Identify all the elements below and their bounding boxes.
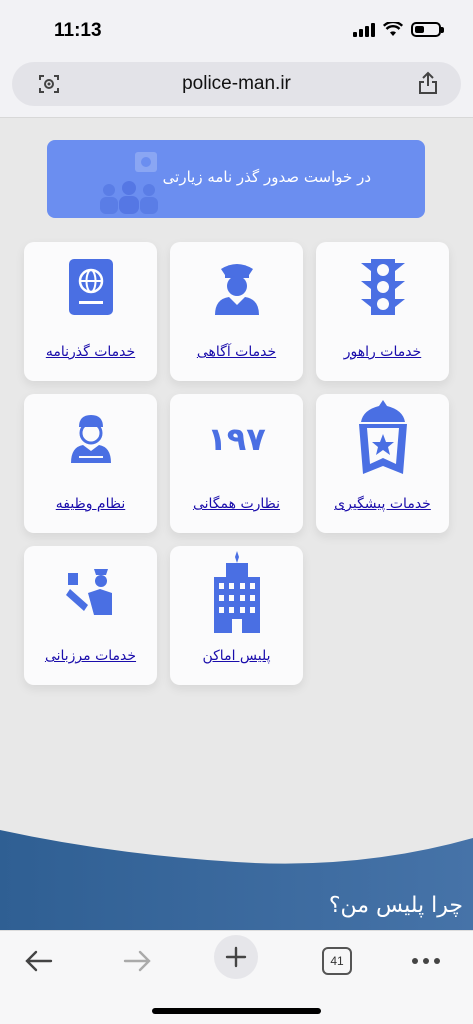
plus-icon (225, 946, 247, 968)
building-icon (213, 551, 260, 633)
status-icons (353, 22, 444, 37)
more-button[interactable] (410, 941, 442, 981)
service-label[interactable]: خدمات مرزبانی (24, 648, 157, 664)
service-label[interactable]: نظام وظیفه (24, 496, 157, 512)
share-icon[interactable] (417, 71, 439, 95)
home-indicator[interactable] (152, 1008, 321, 1014)
service-label[interactable]: خدمات پیشگیری (316, 496, 449, 512)
service-label[interactable]: نظارت همگانی (170, 496, 303, 512)
service-card-investigation[interactable]: خدمات آگاهی (170, 242, 303, 381)
service-card-places-police[interactable]: پلیس اماکن (170, 546, 303, 685)
service-card-public-oversight[interactable]: ۱۹۷ نظارت همگانی (170, 394, 303, 533)
prevention-emblem-icon (358, 400, 407, 474)
service-label[interactable]: پلیس اماکن (170, 648, 303, 664)
status-bar: 11:13 (0, 0, 473, 62)
tabs-button[interactable]: 41 (321, 941, 353, 981)
service-card-military-service[interactable]: نظام وظیفه (24, 394, 157, 533)
border-officer-icon (65, 569, 112, 615)
status-time: 11:13 (54, 20, 102, 41)
service-label[interactable]: خدمات گذرنامه (24, 344, 157, 360)
new-tab-button[interactable] (214, 935, 258, 979)
banner-text: در خواست صدور گذر نامه زیارتی (162, 168, 371, 186)
wifi-icon (383, 22, 403, 36)
back-button[interactable] (20, 941, 56, 981)
why-section-heading: چرا پلیس من؟ (328, 893, 463, 918)
service-card-border-guard[interactable]: خدمات مرزبانی (24, 546, 157, 685)
service-card-prevention[interactable]: خدمات پیشگیری (316, 394, 449, 533)
number-197-icon: ۱۹۷ (207, 420, 266, 458)
traffic-light-icon (360, 259, 405, 315)
battery-icon (411, 22, 444, 37)
police-officer-icon (214, 264, 259, 315)
forward-arrow-icon (123, 950, 151, 972)
service-card-traffic[interactable]: خدمات راهور (316, 242, 449, 381)
url-text: police-man.ir (182, 73, 291, 94)
cellular-signal-icon (353, 22, 375, 37)
address-bar[interactable]: police-man.ir (12, 62, 461, 106)
more-dots-icon (412, 958, 440, 964)
tab-count: 41 (322, 947, 352, 975)
browser-address-area: police-man.ir (0, 62, 473, 118)
passport-icon (68, 259, 113, 315)
service-label[interactable]: خدمات راهور (316, 344, 449, 360)
service-card-passport[interactable]: خدمات گذرنامه (24, 242, 157, 381)
service-label[interactable]: خدمات آگاهی (170, 344, 303, 360)
forward-button[interactable] (120, 941, 156, 981)
soldier-icon (70, 415, 111, 463)
back-arrow-icon (25, 950, 53, 972)
pilgrimage-passport-banner[interactable]: در خواست صدور گذر نامه زیارتی (47, 140, 425, 218)
